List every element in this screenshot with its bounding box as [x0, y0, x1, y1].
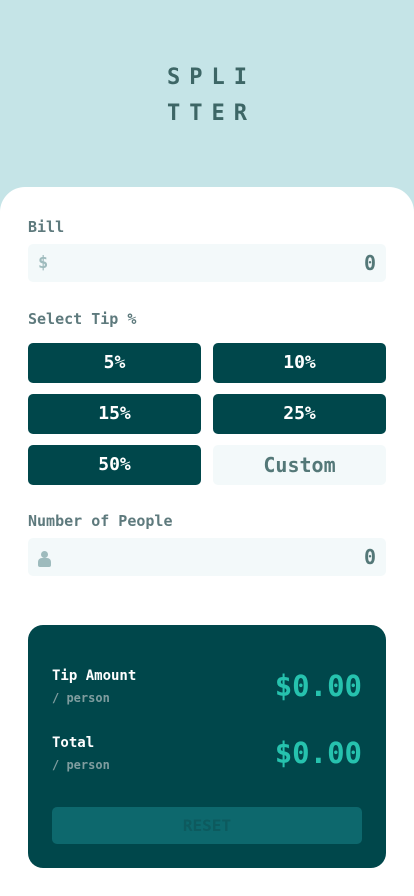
tip-amount-label: Tip Amount [52, 668, 137, 684]
people-label: Number of People [28, 512, 173, 530]
logo-line-2: TTER [167, 101, 256, 126]
tip-25-button[interactable]: 25% [213, 394, 386, 434]
custom-tip-input[interactable]: Custom [213, 445, 386, 485]
tip-10-button[interactable]: 10% [213, 343, 386, 383]
total-sub: / person [52, 758, 110, 772]
app-logo: SPLI TTER [0, 60, 414, 132]
person-icon [38, 551, 51, 567]
select-tip-label: Select Tip % [28, 310, 137, 328]
bill-label: Bill [28, 218, 65, 236]
dollar-icon: $ [38, 253, 49, 273]
tip-amount-sub: / person [52, 691, 110, 705]
total-label: Total [52, 735, 95, 751]
reset-button[interactable]: RESET [52, 807, 362, 844]
people-input[interactable]: 0 [28, 538, 386, 576]
total-value: $0.00 [274, 736, 362, 770]
tip-amount-value: $0.00 [274, 669, 362, 703]
bill-input[interactable]: $ 0 [28, 244, 386, 282]
people-value: 0 [363, 545, 376, 569]
tip-50-button[interactable]: 50% [28, 445, 201, 485]
bill-value: 0 [363, 251, 376, 275]
results-panel: Tip Amount / person $0.00 Total / person… [28, 625, 386, 868]
tip-5-button[interactable]: 5% [28, 343, 201, 383]
logo-line-1: SPLI [167, 65, 256, 90]
tip-15-button[interactable]: 15% [28, 394, 201, 434]
